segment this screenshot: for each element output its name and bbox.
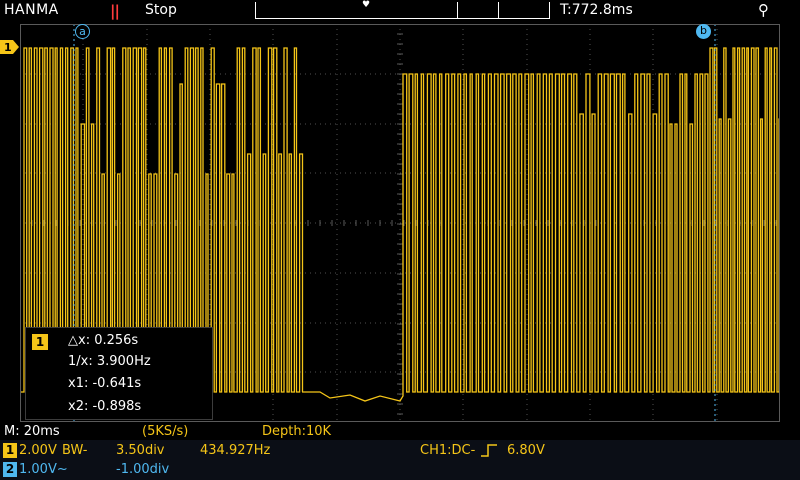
trigger-source[interactable]: CH1:DC-	[420, 443, 475, 458]
x2-readout: x2: -0.898s	[68, 399, 142, 414]
cursor-b-label: b	[700, 24, 707, 37]
memory-depth-readout[interactable]: Depth:10K	[262, 424, 331, 439]
cursor-a-tag[interactable]: a	[75, 24, 90, 39]
brand-label: HANMA	[4, 2, 59, 18]
x1-readout: x1: -0.641s	[68, 376, 142, 391]
delta-x-readout: △x: 0.256s	[68, 333, 139, 348]
ch1-offset: 3.50div	[116, 443, 165, 458]
memory-view-window	[457, 2, 499, 19]
trigger-level[interactable]: 6.80V	[507, 443, 545, 458]
trigger-time-readout: T:772.8ms	[560, 2, 633, 18]
timebase-readout[interactable]: M: 20ms	[4, 424, 60, 439]
ch2-badge[interactable]: 2	[3, 462, 17, 477]
cursor-b-tag[interactable]: b	[696, 24, 711, 39]
ch1-frequency: 434.927Hz	[200, 443, 271, 458]
ch1-scale[interactable]: 2.00V	[19, 443, 57, 458]
ch1-bandwidth-limit: BW-	[62, 443, 88, 458]
ch2-scale[interactable]: 1.00V~	[19, 462, 68, 477]
cursor-a-label: a	[79, 25, 86, 38]
usb-icon: ⚲	[758, 1, 769, 19]
ch1-badge[interactable]: 1	[3, 443, 17, 458]
timebase-bar: M: 20ms (5KS/s) Depth:10K	[0, 422, 800, 440]
channel-info-bar: 1 2.00V BW- 3.50div 434.927Hz CH1:DC- 6.…	[0, 440, 800, 480]
rising-edge-icon	[481, 444, 497, 457]
run-stop-icon[interactable]: ||	[110, 2, 120, 20]
memory-position-bar[interactable]	[255, 2, 550, 19]
measure-channel-badge: 1	[32, 334, 48, 350]
trigger-position-marker: ♥	[362, 0, 371, 10]
sample-rate-readout: (5KS/s)	[142, 424, 189, 439]
run-state-label: Stop	[145, 2, 177, 18]
top-status-bar: HANMA || Stop ♥ T:772.8ms ⚲	[0, 0, 800, 22]
inverse-delta-x-readout: 1/x: 3.900Hz	[68, 354, 151, 369]
ch1-level-marker[interactable]: 1	[0, 40, 20, 54]
ch2-offset: -1.00div	[116, 462, 170, 477]
cursor-measurement-panel: 1 △x: 0.256s 1/x: 3.900Hz x1: -0.641s x2…	[25, 327, 213, 420]
ch1-marker-label: 1	[4, 41, 12, 54]
